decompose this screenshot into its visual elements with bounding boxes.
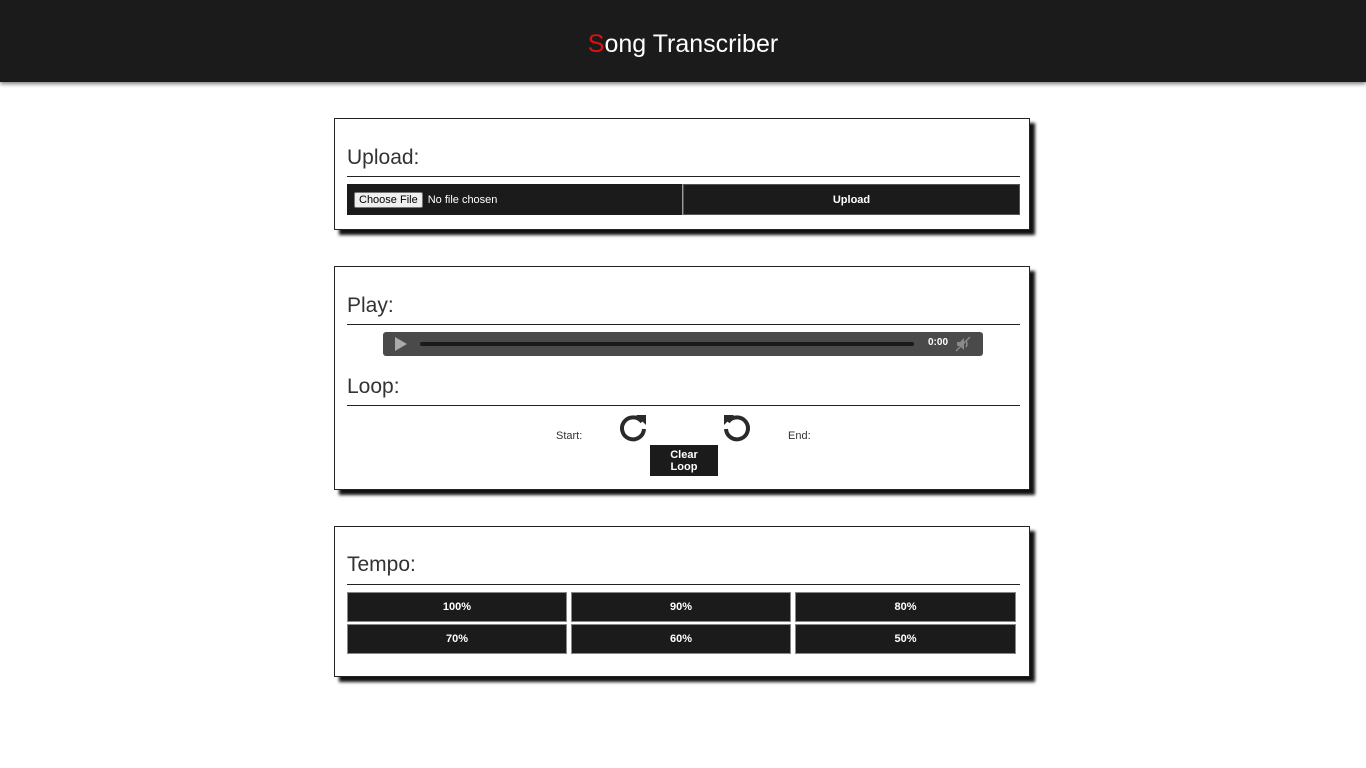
file-input[interactable]: Choose File No file chosen bbox=[347, 184, 683, 215]
app-title: Song Transcriber bbox=[0, 0, 1366, 88]
tempo-button-90[interactable]: 90% bbox=[571, 592, 791, 622]
upload-row: Choose File No file chosen Upload bbox=[347, 184, 1020, 215]
loop-heading: Loop: bbox=[347, 375, 400, 398]
play-panel: Play: 0:00 Loop: Start: End: Clear Loop bbox=[334, 266, 1030, 490]
tempo-divider bbox=[347, 584, 1020, 585]
tempo-panel: Tempo: 100% 90% 80% 70% 60% 50% bbox=[334, 526, 1030, 677]
app-header: Song Transcriber bbox=[0, 0, 1366, 82]
mute-icon[interactable] bbox=[955, 336, 971, 352]
upload-panel: Upload: Choose File No file chosen Uploa… bbox=[334, 118, 1030, 230]
file-status-text: No file chosen bbox=[427, 193, 498, 206]
loop-start-label: Start: bbox=[556, 430, 583, 442]
title-text: ong Transcriber bbox=[604, 30, 779, 58]
audio-time: 0:00 bbox=[928, 337, 949, 348]
tempo-heading: Tempo: bbox=[347, 553, 416, 576]
upload-divider bbox=[347, 176, 1020, 177]
play-divider bbox=[347, 324, 1020, 325]
choose-file-button[interactable]: Choose File bbox=[354, 191, 423, 208]
tempo-button-70[interactable]: 70% bbox=[347, 624, 567, 654]
clear-loop-button[interactable]: Clear Loop bbox=[650, 445, 718, 476]
tempo-button-60[interactable]: 60% bbox=[571, 624, 791, 654]
tempo-button-50[interactable]: 50% bbox=[795, 624, 1016, 654]
tempo-button-100[interactable]: 100% bbox=[347, 592, 567, 622]
upload-button[interactable]: Upload bbox=[683, 184, 1020, 215]
play-icon[interactable] bbox=[395, 337, 407, 351]
title-accent-letter: S bbox=[587, 30, 605, 58]
loop-end-label: End: bbox=[788, 430, 811, 442]
audio-seek-bar[interactable] bbox=[420, 342, 914, 346]
undo-icon[interactable] bbox=[721, 412, 753, 444]
audio-player[interactable]: 0:00 bbox=[383, 332, 983, 356]
upload-heading: Upload: bbox=[347, 146, 420, 169]
play-heading: Play: bbox=[347, 294, 394, 317]
tempo-button-80[interactable]: 80% bbox=[795, 592, 1016, 622]
loop-divider bbox=[347, 405, 1020, 406]
redo-icon[interactable] bbox=[617, 412, 649, 444]
tempo-grid: 100% 90% 80% 70% 60% 50% bbox=[347, 592, 1016, 654]
